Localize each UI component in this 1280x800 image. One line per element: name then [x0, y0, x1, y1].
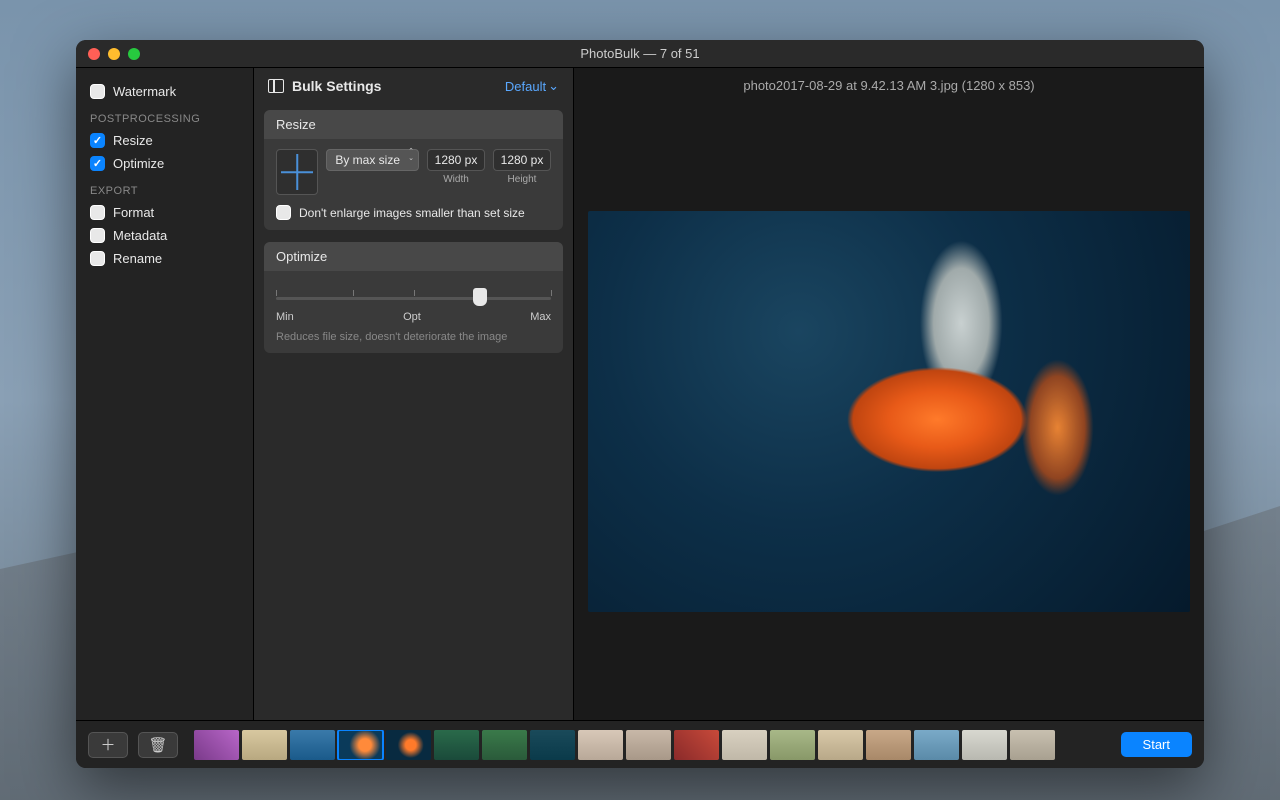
dont-enlarge-label: Don't enlarge images smaller than set si… — [299, 206, 525, 220]
thumbnail[interactable] — [626, 730, 671, 760]
thumbnail[interactable] — [194, 730, 239, 760]
sidebar-item-metadata[interactable]: Metadata — [76, 224, 253, 247]
thumbnail[interactable] — [290, 730, 335, 760]
thumbnail[interactable] — [338, 730, 383, 760]
preview-image — [588, 211, 1190, 612]
thumbnail[interactable] — [914, 730, 959, 760]
resize-dimensions-icon[interactable] — [276, 149, 318, 195]
sidebar-label: Metadata — [113, 228, 167, 243]
sidebar-label: Resize — [113, 133, 153, 148]
sidebar-label: Watermark — [113, 84, 176, 99]
panel-layout-icon — [268, 79, 284, 93]
thumbnail[interactable] — [578, 730, 623, 760]
card-title: Resize — [264, 110, 563, 139]
sidebar-label: Optimize — [113, 156, 164, 171]
sidebar-item-watermark[interactable]: Watermark — [76, 80, 253, 103]
thumbnail[interactable] — [674, 730, 719, 760]
thumbnail[interactable] — [530, 730, 575, 760]
start-button[interactable]: Start — [1121, 732, 1192, 757]
height-input[interactable]: 1280 px — [493, 149, 551, 171]
checkbox-icon[interactable] — [90, 84, 105, 99]
slider-opt-label: Opt — [403, 311, 421, 323]
thumbnail[interactable] — [482, 730, 527, 760]
thumbnail-strip — [194, 730, 1111, 760]
thumbnail[interactable] — [770, 730, 815, 760]
settings-title: Bulk Settings — [292, 78, 381, 94]
optimize-hint: Reduces file size, doesn't deteriorate t… — [276, 331, 551, 343]
sidebar-label: Rename — [113, 251, 162, 266]
sidebar-section-export: EXPORT — [76, 175, 253, 201]
sidebar-item-optimize[interactable]: Optimize — [76, 152, 253, 175]
traffic-lights — [88, 48, 140, 60]
plus-icon: ＋ — [100, 734, 115, 755]
width-input[interactable]: 1280 px — [427, 149, 485, 171]
zoom-icon[interactable] — [128, 48, 140, 60]
close-icon[interactable] — [88, 48, 100, 60]
sidebar: Watermark POSTPROCESSING Resize Optimize… — [76, 68, 254, 720]
height-label: Height — [508, 174, 537, 185]
checkbox-icon[interactable] — [90, 251, 105, 266]
footer-bar: ＋ 🗑 Start — [76, 720, 1204, 768]
preview-column: photo2017-08-29 at 9.42.13 AM 3.jpg (128… — [574, 68, 1204, 720]
thumbnail[interactable] — [1010, 730, 1055, 760]
slider-max-label: Max — [530, 311, 551, 323]
preset-dropdown[interactable]: Default ⌄ — [505, 78, 559, 94]
slider-min-label: Min — [276, 311, 294, 323]
add-button[interactable]: ＋ — [88, 732, 128, 758]
preview-area — [574, 103, 1204, 720]
card-title: Optimize — [264, 242, 563, 271]
checkbox-icon[interactable] — [276, 205, 291, 220]
preview-filename: photo2017-08-29 at 9.42.13 AM 3.jpg (128… — [574, 68, 1204, 103]
resize-card: Resize By max size 1280 px Width 1280 px… — [264, 110, 563, 230]
checkbox-icon[interactable] — [90, 133, 105, 148]
slider-thumb[interactable] — [473, 288, 487, 306]
thumbnail[interactable] — [818, 730, 863, 760]
slider-track — [276, 297, 551, 300]
app-window: PhotoBulk — 7 of 51 Watermark POSTPROCES… — [76, 40, 1204, 768]
sidebar-item-resize[interactable]: Resize — [76, 129, 253, 152]
thumbnail[interactable] — [866, 730, 911, 760]
sidebar-section-postprocessing: POSTPROCESSING — [76, 103, 253, 129]
chevron-down-icon: ⌄ — [548, 78, 559, 94]
thumbnail[interactable] — [722, 730, 767, 760]
settings-header: Bulk Settings Default ⌄ — [254, 68, 573, 104]
width-label: Width — [443, 174, 469, 185]
thumbnail[interactable] — [242, 730, 287, 760]
sidebar-item-format[interactable]: Format — [76, 201, 253, 224]
preset-label: Default — [505, 79, 546, 94]
trash-icon: 🗑 — [148, 736, 167, 754]
sidebar-item-rename[interactable]: Rename — [76, 247, 253, 270]
content-area: Watermark POSTPROCESSING Resize Optimize… — [76, 68, 1204, 720]
sidebar-label: Format — [113, 205, 154, 220]
minimize-icon[interactable] — [108, 48, 120, 60]
delete-button[interactable]: 🗑 — [138, 732, 178, 758]
optimize-card: Optimize Min Opt Max Re — [264, 242, 563, 353]
checkbox-icon[interactable] — [90, 228, 105, 243]
titlebar: PhotoBulk — 7 of 51 — [76, 40, 1204, 68]
thumbnail[interactable] — [962, 730, 1007, 760]
dont-enlarge-option[interactable]: Don't enlarge images smaller than set si… — [276, 205, 551, 220]
thumbnail[interactable] — [434, 730, 479, 760]
checkbox-icon[interactable] — [90, 205, 105, 220]
window-title: PhotoBulk — 7 of 51 — [76, 46, 1204, 61]
settings-column: Bulk Settings Default ⌄ Resize By max si… — [254, 68, 574, 720]
optimize-slider[interactable] — [276, 287, 551, 307]
resize-mode-select[interactable]: By max size — [326, 149, 419, 171]
checkbox-icon[interactable] — [90, 156, 105, 171]
thumbnail[interactable] — [386, 730, 431, 760]
